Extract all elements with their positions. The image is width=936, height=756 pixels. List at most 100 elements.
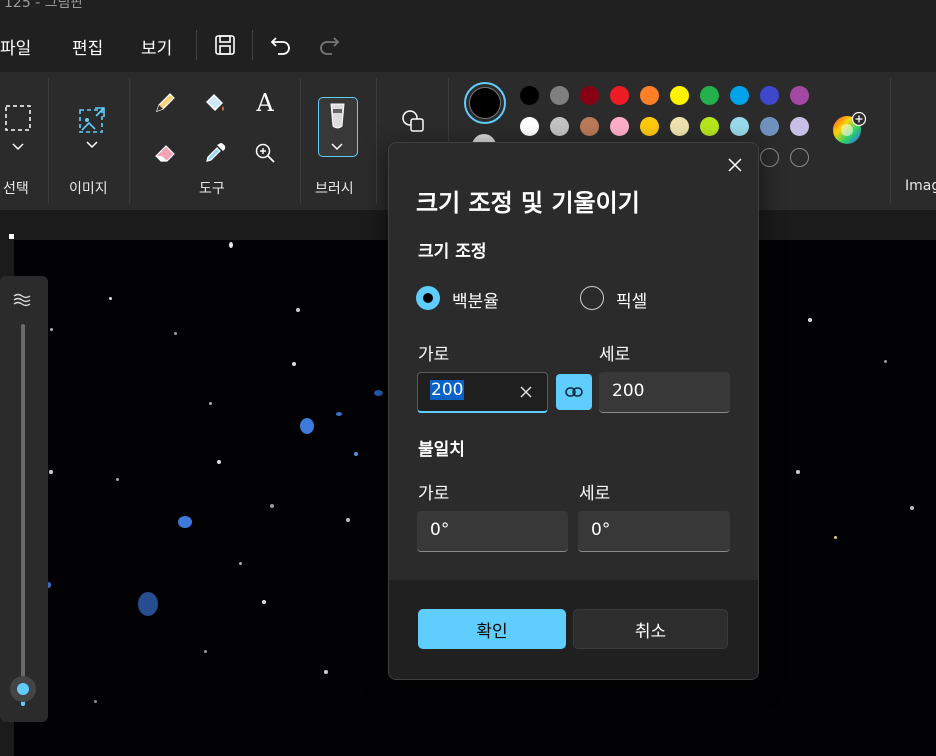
- resize-skew-dialog: 크기 조정 및 기울이기 크기 조정 백분율 픽셀 가로 세로 200 200 …: [388, 142, 759, 680]
- color-swatch[interactable]: [580, 86, 599, 105]
- menu-bar: 파일 편집 보기: [0, 18, 936, 72]
- color-swatch[interactable]: [520, 86, 539, 105]
- group-label-image-creator: Imag: [905, 178, 936, 194]
- ribbon-separator: [129, 78, 130, 204]
- select-dropdown[interactable]: [8, 140, 28, 154]
- color-swatch[interactable]: [550, 117, 569, 136]
- zoom-slider-track[interactable]: [21, 324, 25, 706]
- star: [834, 536, 837, 539]
- star: [109, 297, 112, 300]
- lock-aspect-ratio-button[interactable]: [556, 374, 592, 410]
- color-swatch[interactable]: [790, 86, 809, 105]
- image-dropdown[interactable]: [82, 138, 102, 152]
- save-icon: [215, 35, 235, 55]
- zoom-slider-thumb[interactable]: [10, 676, 36, 702]
- star: [116, 478, 119, 481]
- pencil-button[interactable]: [150, 88, 180, 118]
- star: [229, 242, 233, 248]
- resize-horizontal-input[interactable]: 200: [417, 372, 548, 413]
- color-picker-button[interactable]: [200, 138, 230, 168]
- redo-icon: [320, 37, 340, 55]
- radio-percent[interactable]: 백분율: [416, 285, 536, 313]
- magnifier-button[interactable]: [250, 138, 280, 168]
- close-button[interactable]: [721, 151, 749, 179]
- star: [178, 516, 192, 528]
- cancel-button[interactable]: 취소: [573, 609, 728, 649]
- star: [336, 412, 342, 416]
- image-tool-button[interactable]: [76, 104, 108, 136]
- brushes-button[interactable]: [318, 97, 358, 157]
- custom-color-slot[interactable]: [760, 148, 779, 167]
- current-color-swatch: [469, 87, 501, 119]
- star: [910, 506, 914, 510]
- star: [239, 562, 242, 565]
- resize-vertical-input[interactable]: 200: [599, 372, 730, 413]
- chevron-down-icon: [86, 141, 98, 149]
- radio-pixel[interactable]: 픽셀: [580, 285, 700, 313]
- star: [808, 318, 812, 322]
- zoom-fit-button[interactable]: [12, 290, 34, 310]
- zoom-in-icon: [255, 143, 275, 163]
- clear-icon: [520, 386, 532, 398]
- group-label-brushes: 브러시: [315, 181, 354, 197]
- ribbon-separator: [300, 78, 301, 204]
- custom-color-slot[interactable]: [790, 148, 809, 167]
- color-swatch[interactable]: [670, 86, 689, 105]
- menu-edit[interactable]: 편집: [72, 34, 103, 59]
- select-tool-button[interactable]: [2, 102, 34, 134]
- color-swatch[interactable]: [730, 86, 749, 105]
- color-swatch[interactable]: [760, 86, 779, 105]
- color-swatch[interactable]: [610, 86, 629, 105]
- shapes-button[interactable]: [396, 104, 430, 138]
- menu-file[interactable]: 파일: [0, 34, 31, 59]
- paint-bucket-icon: [206, 94, 224, 111]
- color-wheel-icon: [833, 111, 867, 144]
- eraser-icon: [155, 145, 175, 162]
- color-swatch[interactable]: [700, 117, 719, 136]
- star: [884, 360, 887, 363]
- skew-horizontal-input[interactable]: 0°: [417, 511, 568, 552]
- undo-icon: [270, 37, 290, 55]
- fill-button[interactable]: [200, 88, 230, 118]
- star: [49, 470, 53, 474]
- current-color-button[interactable]: [464, 82, 506, 124]
- eraser-button[interactable]: [150, 138, 180, 168]
- star: [300, 418, 314, 434]
- color-swatch[interactable]: [790, 117, 809, 136]
- link-icon: [565, 387, 583, 397]
- color-swatch[interactable]: [640, 86, 659, 105]
- shapes-icon: [402, 110, 424, 132]
- color-swatch[interactable]: [610, 117, 629, 136]
- skew-horizontal-value: 0°: [430, 520, 450, 540]
- color-swatch[interactable]: [550, 86, 569, 105]
- text-button[interactable]: A: [250, 88, 280, 118]
- skew-heading: 불일치: [418, 440, 465, 460]
- color-swatch[interactable]: [580, 117, 599, 136]
- star: [270, 504, 274, 508]
- color-swatch[interactable]: [520, 117, 539, 136]
- skew-horizontal-label: 가로: [418, 484, 450, 504]
- ok-button[interactable]: 확인: [418, 609, 566, 649]
- skew-vertical-value: 0°: [591, 520, 611, 540]
- canvas-resize-handle[interactable]: [9, 234, 14, 239]
- color-swatch[interactable]: [730, 117, 749, 136]
- undo-button[interactable]: [268, 32, 294, 58]
- edit-colors-button[interactable]: [832, 111, 867, 146]
- ribbon-separator: [890, 78, 891, 204]
- selection-rectangle-icon: [5, 105, 31, 131]
- dialog-footer: 확인 취소: [389, 580, 758, 679]
- skew-vertical-input[interactable]: 0°: [578, 511, 730, 552]
- skew-vertical-label: 세로: [579, 484, 611, 504]
- clear-input-button[interactable]: [518, 384, 534, 400]
- star: [354, 452, 358, 456]
- color-swatch[interactable]: [760, 117, 779, 136]
- star: [94, 700, 97, 703]
- color-swatch[interactable]: [700, 86, 719, 105]
- group-label-select: 선택: [3, 181, 29, 197]
- redo-button[interactable]: [316, 32, 342, 58]
- star: [292, 362, 296, 366]
- color-swatch[interactable]: [670, 117, 689, 136]
- color-swatch[interactable]: [640, 117, 659, 136]
- menu-view[interactable]: 보기: [141, 34, 172, 59]
- save-button[interactable]: [212, 32, 238, 58]
